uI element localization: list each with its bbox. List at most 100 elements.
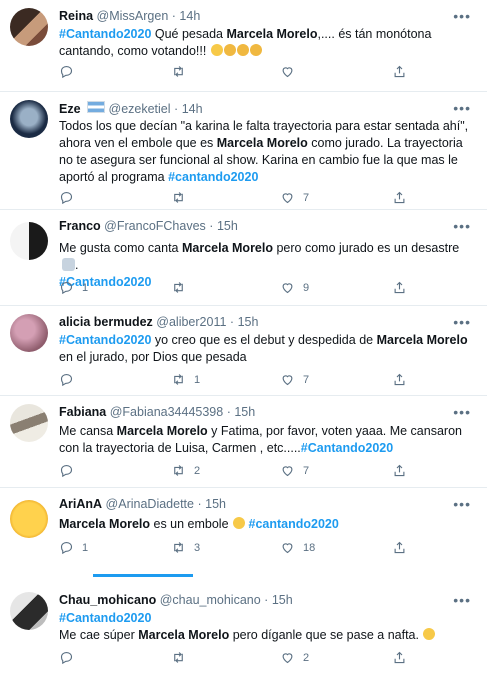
timestamp[interactable]: 15h — [217, 219, 238, 233]
tweet[interactable]: Eze @ezeketiel · 14h ••• Todos los que d… — [0, 92, 487, 210]
timestamp[interactable]: 15h — [205, 497, 226, 511]
more-options-icon[interactable]: ••• — [453, 100, 471, 116]
author-handle[interactable]: @Fabiana34445398 — [110, 405, 223, 419]
tweet[interactable]: Reina @MissArgen · 14h ••• #Cantando2020… — [0, 0, 487, 92]
like-button[interactable]: 9 — [280, 280, 309, 295]
hashtag-link[interactable]: #Cantando2020 — [59, 611, 151, 625]
share-button[interactable] — [392, 650, 407, 665]
author-handle[interactable]: @aliber2011 — [156, 315, 226, 329]
like-button[interactable]: 2 — [280, 650, 309, 665]
reply-button[interactable] — [59, 64, 82, 79]
author-name[interactable]: Fabiana — [59, 405, 106, 419]
share-icon — [392, 64, 407, 79]
avatar[interactable] — [10, 222, 48, 260]
share-button[interactable] — [392, 64, 407, 79]
retweet-button[interactable]: 1 — [171, 372, 200, 387]
retweet-button[interactable] — [171, 190, 194, 205]
avatar[interactable] — [10, 314, 48, 352]
action-bar: 17 — [59, 372, 471, 390]
argentina-flag-icon — [87, 101, 106, 113]
timestamp[interactable]: 15h — [272, 593, 293, 607]
author-name[interactable]: Franco — [59, 219, 101, 233]
highlighted-text: Marcela Morelo — [116, 424, 208, 438]
share-button[interactable] — [392, 463, 407, 478]
retweet-icon — [171, 540, 186, 555]
tweet[interactable]: Franco @FrancoFChaves · 15h ••• Me gusta… — [0, 210, 487, 306]
more-options-icon[interactable]: ••• — [453, 218, 471, 234]
author-name[interactable]: Eze — [59, 102, 81, 116]
author-handle[interactable]: @chau_mohicano — [160, 593, 261, 607]
author-handle[interactable]: @MissArgen — [97, 9, 169, 23]
like-button[interactable]: 18 — [280, 540, 315, 555]
tweet[interactable]: AriAnA @ArinaDiadette · 15h ••• Marcela … — [0, 488, 487, 576]
share-icon — [392, 280, 407, 295]
hashtag-link[interactable]: #Cantando2020 — [59, 333, 151, 347]
author-handle[interactable]: @ArinaDiadette — [106, 497, 194, 511]
tweet[interactable]: Fabiana @Fabiana34445398 · 15h ••• Me ca… — [0, 396, 487, 488]
reply-button[interactable] — [59, 463, 82, 478]
avatar[interactable] — [10, 592, 48, 630]
highlighted-text: Marcela Morelo — [59, 517, 151, 531]
retweet-button[interactable] — [171, 64, 194, 79]
text-segment: pero como jurado es un desastre — [273, 241, 460, 255]
author-name[interactable]: alicia bermudez — [59, 315, 153, 329]
hashtag-link[interactable]: #cantando2020 — [249, 517, 339, 531]
retweet-icon — [171, 463, 186, 478]
retweet-count: 3 — [194, 541, 201, 554]
reply-button[interactable] — [59, 190, 82, 205]
like-button[interactable]: 7 — [280, 463, 309, 478]
author-handle[interactable]: @FrancoFChaves — [104, 219, 206, 233]
action-bar: 1 3 18 — [59, 540, 471, 558]
hashtag-link[interactable]: #cantando2020 — [168, 170, 258, 184]
more-options-icon[interactable]: ••• — [453, 496, 471, 512]
tweet-header: Eze @ezeketiel · 14h — [59, 101, 203, 116]
like-button[interactable]: 7 — [280, 372, 309, 387]
avatar[interactable] — [10, 404, 48, 442]
timestamp[interactable]: 15h — [234, 405, 255, 419]
like-button[interactable]: 7 — [280, 190, 309, 205]
retweet-button[interactable] — [171, 650, 194, 665]
action-bar: 19 — [59, 280, 471, 298]
more-options-icon[interactable]: ••• — [453, 314, 471, 330]
highlighted-text: Marcela Morelo — [181, 241, 273, 255]
tweet[interactable]: Chau_mohicano @chau_mohicano · 15h ••• #… — [0, 584, 487, 675]
share-button[interactable] — [392, 372, 407, 387]
like-button[interactable] — [280, 64, 303, 79]
reply-icon — [59, 463, 74, 478]
share-icon — [392, 463, 407, 478]
retweet-count: 2 — [194, 464, 201, 477]
reply-count: 1 — [82, 281, 89, 294]
reply-button[interactable]: 1 — [59, 540, 88, 555]
reply-button[interactable]: 1 — [59, 280, 88, 295]
share-button[interactable] — [392, 190, 407, 205]
tweet[interactable]: alicia bermudez @aliber2011 · 15h ••• #C… — [0, 306, 487, 396]
hashtag-link[interactable]: #Cantando2020 — [301, 441, 393, 455]
timestamp[interactable]: 15h — [238, 315, 259, 329]
face-rolling-eyes-icon — [210, 44, 223, 56]
reply-button[interactable] — [59, 372, 82, 387]
tweet-text: Todos los que decían "a karina le falta … — [59, 118, 471, 186]
timestamp[interactable]: 14h — [179, 9, 200, 23]
highlighted-text: Marcela Morelo — [216, 136, 308, 150]
avatar[interactable] — [10, 500, 48, 538]
share-button[interactable] — [392, 540, 407, 555]
hashtag-link[interactable]: #Cantando2020 — [59, 27, 151, 41]
more-options-icon[interactable]: ••• — [453, 8, 471, 24]
retweet-count: 1 — [194, 373, 201, 386]
author-name[interactable]: Reina — [59, 9, 93, 23]
more-options-icon[interactable]: ••• — [453, 404, 471, 420]
avatar[interactable] — [10, 8, 48, 46]
share-button[interactable] — [392, 280, 407, 295]
author-handle[interactable]: @ezeketiel — [109, 102, 171, 116]
retweet-button[interactable]: 3 — [171, 540, 200, 555]
retweet-button[interactable] — [171, 280, 194, 295]
retweet-button[interactable]: 2 — [171, 463, 200, 478]
avatar[interactable] — [10, 100, 48, 138]
more-options-icon[interactable]: ••• — [453, 592, 471, 608]
tweet-header: Reina @MissArgen · 14h — [59, 9, 200, 23]
timestamp[interactable]: 14h — [182, 102, 203, 116]
author-name[interactable]: Chau_mohicano — [59, 593, 156, 607]
retweet-icon — [171, 280, 186, 295]
author-name[interactable]: AriAnA — [59, 497, 102, 511]
reply-button[interactable] — [59, 650, 82, 665]
